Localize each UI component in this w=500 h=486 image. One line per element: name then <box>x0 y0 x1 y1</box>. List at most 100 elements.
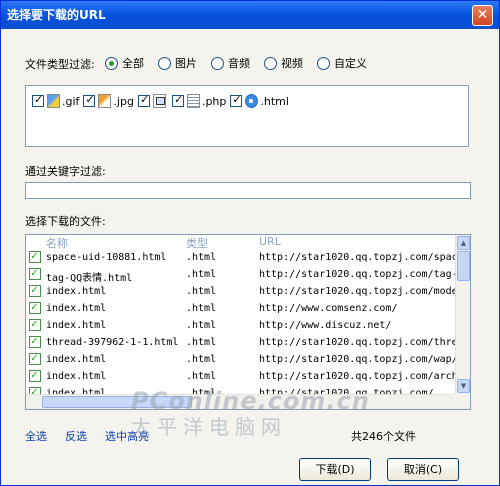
ext-gif[interactable]: .gif <box>32 93 80 108</box>
row-checkbox[interactable] <box>29 317 41 331</box>
radio-custom[interactable]: 自定义 <box>317 55 367 71</box>
window-title: 选择要下载的URL <box>7 8 106 22</box>
radio-image[interactable]: 图片 <box>158 55 197 71</box>
file-url: http://www.comsenz.com/ <box>259 303 398 314</box>
files-label: 选择下载的文件: <box>25 215 106 228</box>
file-name: index.html <box>46 303 107 314</box>
checkbox[interactable] <box>83 93 96 107</box>
file-name: index.html <box>46 371 107 382</box>
radio-video[interactable]: 视频 <box>264 55 303 71</box>
file-name: tag-QQ表情.html <box>46 273 133 284</box>
file-name: index.html <box>46 354 107 365</box>
extension-row: .gif .jpg .php .html <box>32 93 293 108</box>
php-file-icon <box>186 94 200 108</box>
ext-jpg[interactable]: .jpg <box>83 93 134 108</box>
invert-selection-link[interactable]: 反选 <box>65 428 87 444</box>
gif-file-icon <box>47 94 60 108</box>
file-url: http://star1020.qq.topzj.com/wap/ <box>259 354 458 365</box>
file-name: thread-397962-1-1.html <box>46 337 179 348</box>
ext-html[interactable]: .html <box>230 93 289 108</box>
row-checkbox[interactable] <box>29 368 41 382</box>
vertical-scrollbar[interactable]: ▲ ▼ <box>455 235 470 394</box>
file-type: .html <box>186 371 217 382</box>
keyword-input[interactable] <box>25 182 471 199</box>
table-row[interactable]: index.html .html http://star1020.qq.topz… <box>26 351 458 368</box>
scroll-up-icon[interactable]: ▲ <box>457 236 470 250</box>
table-row[interactable]: index.html .html http://www.discuz.net/ <box>26 317 456 334</box>
table-row[interactable]: space-uid-10881.html .html http://star10… <box>26 249 470 266</box>
ext-label: .gif <box>62 94 80 108</box>
horizontal-scrollbar[interactable] <box>26 394 456 409</box>
file-type: .html <box>186 286 217 297</box>
radio-dot <box>211 56 224 70</box>
select-all-link[interactable]: 全选 <box>25 428 47 444</box>
extension-list: .gif .jpg .php .html <box>25 85 469 147</box>
watermark-line2: 太平洋电脑网 <box>131 415 287 439</box>
window-file-icon <box>152 94 166 108</box>
filter-label: 文件类型过滤: <box>25 58 95 71</box>
file-name: index.html <box>46 286 107 297</box>
list-header: 名称 类型 URL <box>26 235 456 250</box>
file-url: http://star1020.qq.topzj.com/modern <box>259 286 470 297</box>
radio-dot <box>264 56 277 70</box>
ext-window[interactable] <box>137 93 168 108</box>
download-button[interactable]: 下载(D) <box>299 458 371 481</box>
file-type: .html <box>186 337 217 348</box>
checkbox[interactable] <box>171 93 184 107</box>
ext-label: .php <box>201 94 227 108</box>
checkbox[interactable] <box>137 93 150 107</box>
row-checkbox[interactable] <box>29 351 41 365</box>
ie-file-icon <box>245 94 259 108</box>
horizontal-scroll-thumb[interactable] <box>42 396 192 408</box>
row-checkbox[interactable] <box>29 266 41 280</box>
radio-dot <box>105 56 118 70</box>
close-button[interactable]: ✕ <box>472 5 493 26</box>
row-checkbox[interactable] <box>29 283 41 297</box>
table-row[interactable]: tag-QQ表情.html .html http://star1020.qq.t… <box>26 266 470 284</box>
file-url: http://star1020.qq.topzj.com/thread <box>259 337 470 348</box>
checkbox[interactable] <box>32 93 44 107</box>
radio-audio[interactable]: 音频 <box>211 55 250 71</box>
title-bar: 选择要下载的URL ✕ <box>1 1 499 29</box>
column-url[interactable]: URL <box>259 235 281 248</box>
ext-label: .html <box>260 94 289 108</box>
file-type: .html <box>186 320 217 331</box>
scroll-down-icon[interactable]: ▼ <box>457 379 470 393</box>
close-icon: ✕ <box>476 7 489 23</box>
scrollbar-corner <box>455 394 470 409</box>
table-row[interactable]: index.html .html http://star1020.qq.topz… <box>26 368 470 385</box>
file-count: 共246个文件 <box>351 430 416 443</box>
radio-label: 音频 <box>228 57 250 70</box>
jpg-file-icon <box>98 94 112 108</box>
radio-label: 自定义 <box>334 57 367 70</box>
file-url: http://www.discuz.net/ <box>259 320 392 331</box>
highlight-selected-link[interactable]: 选中高亮 <box>105 428 149 444</box>
keyword-label: 通过关键字过滤: <box>25 165 106 178</box>
vertical-scroll-thumb[interactable] <box>457 251 470 281</box>
row-checkbox[interactable] <box>29 249 41 263</box>
download-url-dialog: 选择要下载的URL ✕ 文件类型过滤: 全部 图片 音频 视频 自定义 .gif… <box>0 0 500 486</box>
radio-label: 图片 <box>175 57 197 70</box>
radio-label: 全部 <box>122 57 144 70</box>
file-list: 名称 类型 URL space-uid-10881.html .html htt… <box>25 234 471 410</box>
radio-dot <box>317 56 330 70</box>
file-url: http://star1020.qq.topzj.com/archive <box>259 371 471 382</box>
file-type: .html <box>186 303 217 314</box>
file-name: space-uid-10881.html <box>46 252 167 263</box>
checkbox[interactable] <box>230 93 243 107</box>
row-checkbox[interactable] <box>29 300 41 314</box>
table-row[interactable]: thread-397962-1-1.html .html http://star… <box>26 334 470 351</box>
file-name: index.html <box>46 320 107 331</box>
ext-label: .jpg <box>113 94 134 108</box>
file-url: http://star1020.qq.topzj.com/space-u <box>259 252 471 263</box>
table-row[interactable]: index.html .html http://www.comsenz.com/ <box>26 300 456 317</box>
filter-radio-group: 全部 图片 音频 视频 自定义 <box>105 55 381 71</box>
file-type: .html <box>186 354 217 365</box>
file-url: http://star1020.qq.topzj.com/tag-QQ <box>259 269 470 280</box>
radio-all[interactable]: 全部 <box>105 55 144 71</box>
row-checkbox[interactable] <box>29 334 41 348</box>
cancel-button[interactable]: 取消(C) <box>387 458 459 481</box>
table-row[interactable]: index.html .html http://star1020.qq.topz… <box>26 283 470 300</box>
ext-php[interactable]: .php <box>171 93 227 108</box>
file-type: .html <box>186 252 217 263</box>
